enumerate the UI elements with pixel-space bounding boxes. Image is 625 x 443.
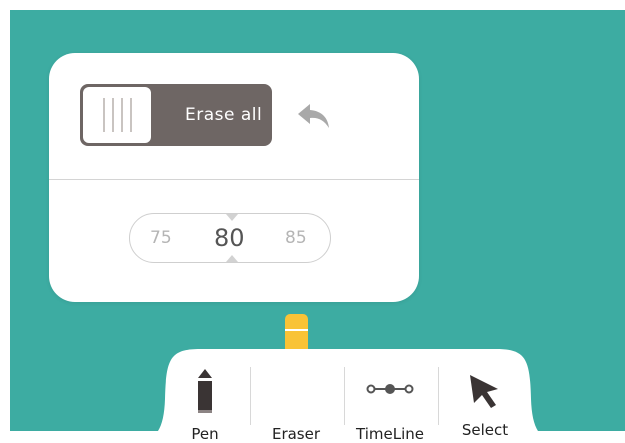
tool-pen-label: Pen <box>191 425 219 443</box>
toolbar-separator <box>438 367 439 425</box>
timeline-icon <box>366 384 414 394</box>
undo-icon[interactable] <box>296 100 334 132</box>
tool-eraser[interactable]: Eraser <box>264 349 328 443</box>
eraser-size-slider[interactable]: 75 80 85 <box>129 213 331 263</box>
tool-select-label: Select <box>461 421 509 439</box>
erase-all-button[interactable]: Erase all <box>80 84 272 146</box>
tool-timeline-label: TimeLine <box>356 425 424 443</box>
cursor-arrow-icon <box>470 375 498 408</box>
bottom-toolbar: Pen Eraser TimeLine Select <box>138 349 558 443</box>
knob-grip-line <box>111 98 114 132</box>
knob-grip-line <box>102 98 105 132</box>
toolbar-separator <box>250 367 251 425</box>
eraser-settings-panel: Erase all 75 80 85 <box>49 53 419 302</box>
toolbar-separator <box>344 367 345 425</box>
size-next-value: 85 <box>285 228 307 248</box>
panel-divider <box>49 179 419 180</box>
tool-timeline[interactable]: TimeLine <box>348 349 432 443</box>
tool-eraser-label: Eraser <box>271 425 321 443</box>
slider-bottom-marker <box>226 255 238 262</box>
erase-toggle-knob[interactable] <box>83 87 151 143</box>
tool-select[interactable]: Select <box>452 349 518 441</box>
size-prev-value: 75 <box>150 228 172 248</box>
knob-grip-line <box>129 98 132 132</box>
pen-icon <box>198 369 212 413</box>
erase-all-label: Erase all <box>185 105 263 125</box>
knob-grip-line <box>120 98 123 132</box>
tool-pen[interactable]: Pen <box>178 349 232 443</box>
